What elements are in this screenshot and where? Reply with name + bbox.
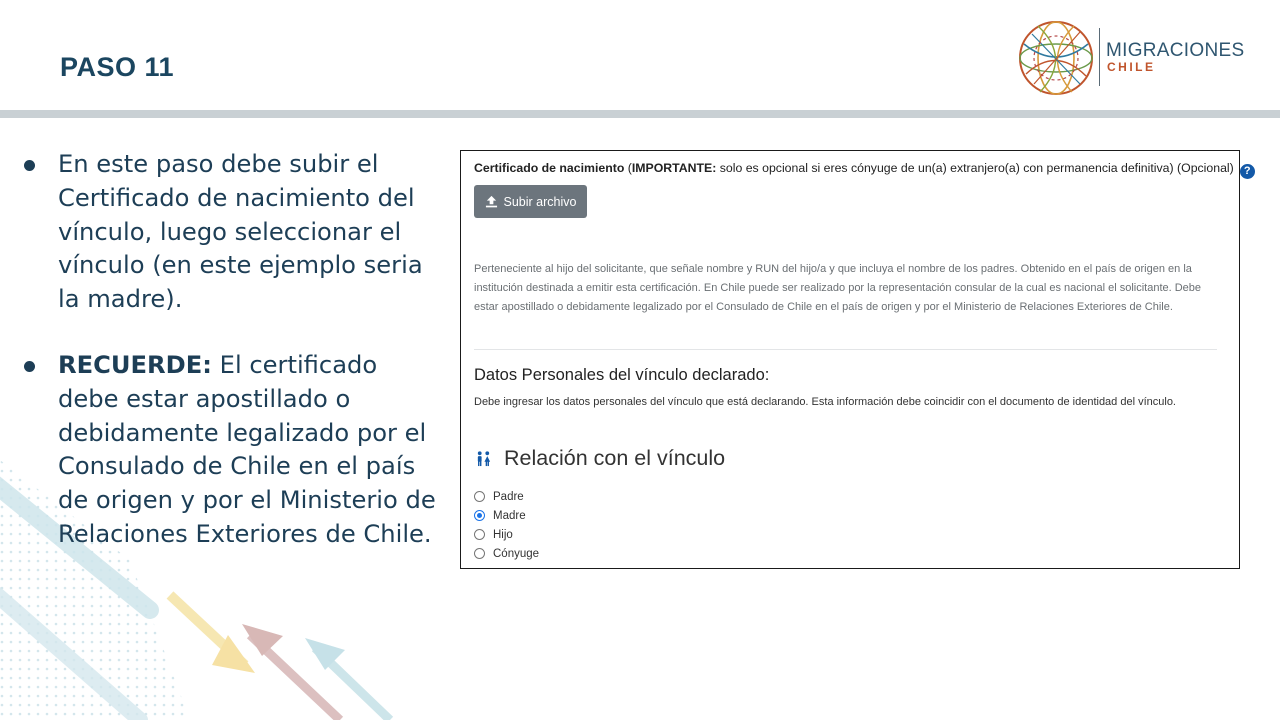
relation-option-padre[interactable]: Padre (474, 487, 539, 506)
certificate-label-strong: Certificado de nacimiento (474, 161, 625, 175)
relation-radio-group: Padre Madre Hijo Cónyuge (474, 487, 539, 563)
bullet-text: El certificado debe estar apostillado o … (58, 350, 436, 548)
logo-name: MIGRACIONES (1106, 40, 1245, 61)
bullet-dot (24, 160, 35, 171)
globe-logo-icon (1019, 21, 1093, 95)
relation-option-hijo[interactable]: Hijo (474, 525, 539, 544)
radio-button-selected[interactable] (474, 510, 485, 521)
relation-heading: Relación con el vínculo (475, 446, 725, 471)
certificate-label: Certificado de nacimiento (IMPORTANTE: s… (474, 161, 1255, 179)
relation-title: Relación con el vínculo (504, 446, 726, 470)
radio-label: Madre (493, 509, 526, 522)
question-circle-icon[interactable]: ? (1239, 164, 1255, 179)
section-separator (474, 349, 1217, 350)
radio-button[interactable] (474, 529, 485, 540)
radio-button[interactable] (474, 548, 485, 559)
important-label: IMPORTANTE: (631, 161, 717, 175)
section-description: Debe ingresar los datos personales del v… (474, 396, 1176, 408)
logo-sub: CHILE (1107, 60, 1156, 74)
radio-button[interactable] (474, 491, 485, 502)
certificate-help-text: Perteneciente al hijo del solicitante, q… (474, 263, 1202, 313)
bullet-text: En este paso debe subir el Certificado d… (58, 150, 423, 314)
bullet-item: RECUERDE: El certificado debe estar apos… (22, 349, 442, 552)
migraciones-logo: MIGRACIONES CHILE (1016, 18, 1256, 98)
upload-icon (485, 195, 497, 208)
header-divider-bar (0, 110, 1280, 118)
radio-label: Padre (493, 490, 524, 503)
section-title: Datos Personales del vínculo declarado: (474, 366, 770, 384)
relation-option-conyuge[interactable]: Cónyuge (474, 544, 539, 563)
upload-button-label: Subir archivo (503, 194, 577, 209)
slide-title: PASO 11 (60, 52, 175, 82)
radio-label: Hijo (493, 528, 513, 541)
bullet-item: En este paso debe subir el Certificado d… (22, 148, 442, 317)
relation-option-madre[interactable]: Madre (474, 506, 539, 525)
logo-divider (1099, 28, 1100, 86)
certificate-note: solo es opcional si eres cónyuge de un(a… (716, 161, 1234, 175)
bullet-emphasis: RECUERDE: (58, 350, 212, 379)
radio-label: Cónyuge (493, 547, 540, 560)
people-icon (477, 451, 491, 467)
bullet-dot (24, 360, 35, 372)
upload-file-button[interactable]: Subir archivo (474, 185, 587, 218)
form-screenshot: Certificado de nacimiento (IMPORTANTE: s… (460, 150, 1255, 569)
instruction-bullets: En este paso debe subir el Certificado d… (22, 148, 442, 552)
slide-header: PASO 11 MIGRACIONES CHILE (0, 0, 1280, 112)
